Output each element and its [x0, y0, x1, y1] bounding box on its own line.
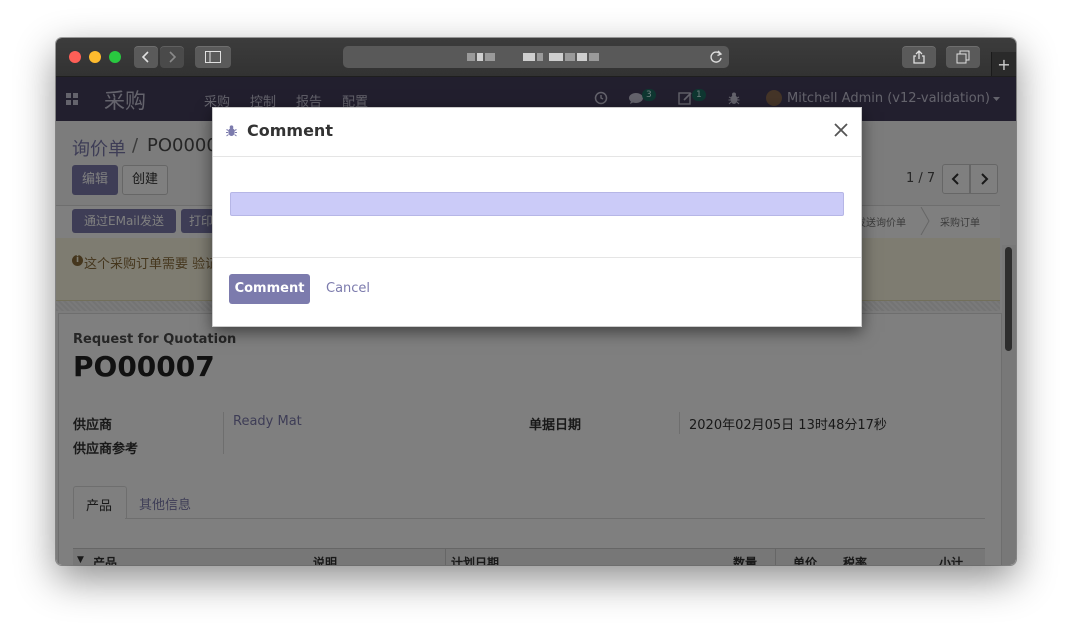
minimize-window-button[interactable]	[89, 51, 101, 63]
bug-icon	[226, 125, 237, 137]
sidebar-button[interactable]	[195, 46, 231, 68]
close-icon[interactable]	[834, 123, 848, 137]
dialog-header: Comment	[213, 108, 861, 157]
new-tab-button[interactable]: +	[991, 52, 1016, 76]
back-button[interactable]	[134, 46, 158, 68]
tabs-overview-button[interactable]	[946, 46, 980, 68]
chevron-left-icon	[141, 51, 149, 63]
forward-button[interactable]	[160, 46, 184, 68]
share-button[interactable]	[902, 46, 936, 68]
reload-icon[interactable]	[709, 50, 723, 64]
zoom-window-button[interactable]	[109, 51, 121, 63]
share-icon	[913, 50, 925, 64]
comment-submit-button[interactable]: Comment	[229, 274, 310, 304]
address-bar[interactable]	[343, 46, 729, 68]
browser-toolbar: +	[56, 38, 1016, 77]
sidebar-icon	[205, 51, 221, 63]
chevron-right-icon	[169, 51, 177, 63]
comment-dialog: Comment Comment Cancel	[212, 107, 862, 327]
browser-window: + 采购 采购 控制 报告 配置 3 1 Mitchell Admin (v12…	[56, 38, 1016, 565]
dialog-title: Comment	[247, 121, 333, 140]
comment-input[interactable]	[230, 192, 844, 216]
dialog-footer: Comment Cancel	[213, 257, 861, 327]
close-window-button[interactable]	[69, 51, 81, 63]
tabs-icon	[956, 50, 970, 64]
cancel-button[interactable]: Cancel	[326, 281, 370, 296]
